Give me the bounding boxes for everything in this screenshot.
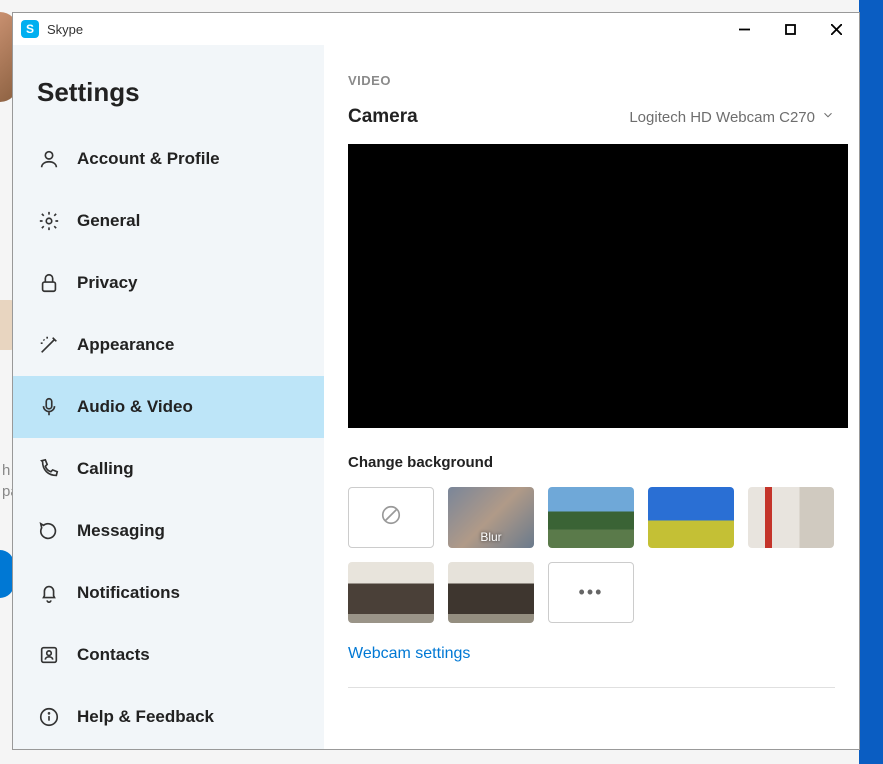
bell-icon — [37, 581, 61, 605]
content-panel: VIDEO Camera Logitech HD Webcam C270 Cha… — [324, 45, 859, 749]
camera-dropdown[interactable]: Logitech HD Webcam C270 — [629, 108, 835, 126]
person-icon — [37, 147, 61, 171]
phone-icon — [37, 457, 61, 481]
sidebar-item-contacts[interactable]: Contacts — [13, 624, 324, 686]
background-option-field[interactable] — [648, 487, 734, 548]
chat-icon — [37, 519, 61, 543]
background-option-none[interactable] — [348, 487, 434, 548]
sidebar-item-messaging[interactable]: Messaging — [13, 500, 324, 562]
sidebar-item-general[interactable]: General — [13, 190, 324, 252]
sidebar-item-notifications[interactable]: Notifications — [13, 562, 324, 624]
sidebar-item-label: Calling — [77, 459, 134, 479]
sidebar-item-label: Contacts — [77, 645, 150, 665]
sidebar-item-label: Account & Profile — [77, 149, 220, 169]
microphone-icon — [37, 395, 61, 419]
maximize-button[interactable] — [767, 13, 813, 45]
lock-icon — [37, 271, 61, 295]
sidebar-item-label: Help & Feedback — [77, 707, 214, 727]
info-icon — [37, 705, 61, 729]
section-label-video: VIDEO — [348, 73, 835, 88]
sidebar-item-label: Audio & Video — [77, 397, 193, 417]
webcam-settings-link[interactable]: Webcam settings — [348, 645, 470, 663]
minimize-button[interactable] — [721, 13, 767, 45]
background-options-grid: Blur ••• — [348, 487, 835, 623]
sidebar-title: Settings — [13, 65, 324, 128]
sidebar-item-calling[interactable]: Calling — [13, 438, 324, 500]
ellipsis-icon: ••• — [579, 582, 604, 603]
background-option-office[interactable] — [748, 487, 834, 548]
sidebar-item-appearance[interactable]: Appearance — [13, 314, 324, 376]
close-button[interactable] — [813, 13, 859, 45]
sidebar-item-label: Notifications — [77, 583, 180, 603]
sidebar-item-account-profile[interactable]: Account & Profile — [13, 128, 324, 190]
background-option-room-1[interactable] — [348, 562, 434, 623]
app-title: Skype — [47, 22, 83, 37]
background-option-room-2[interactable] — [448, 562, 534, 623]
camera-selected-value: Logitech HD Webcam C270 — [629, 109, 815, 126]
background-option-blur[interactable]: Blur — [448, 487, 534, 548]
sidebar-item-label: Messaging — [77, 521, 165, 541]
settings-window: S Skype Settings Account & Profile — [12, 12, 860, 750]
sidebar-item-label: Appearance — [77, 335, 174, 355]
sidebar-item-privacy[interactable]: Privacy — [13, 252, 324, 314]
sidebar-item-audio-video[interactable]: Audio & Video — [13, 376, 324, 438]
camera-heading: Camera — [348, 106, 418, 128]
none-icon — [380, 504, 402, 531]
skype-icon: S — [21, 20, 39, 38]
background-option-mountain[interactable] — [548, 487, 634, 548]
wand-icon — [37, 333, 61, 357]
sidebar-item-help-feedback[interactable]: Help & Feedback — [13, 686, 324, 748]
blur-label: Blur — [448, 530, 534, 544]
camera-preview — [348, 144, 848, 428]
contacts-icon — [37, 643, 61, 667]
chevron-down-icon — [821, 108, 835, 126]
sidebar-item-label: General — [77, 211, 140, 231]
change-background-heading: Change background — [348, 454, 835, 471]
sidebar-item-label: Privacy — [77, 273, 138, 293]
divider — [348, 687, 835, 688]
gear-icon — [37, 209, 61, 233]
background-option-more[interactable]: ••• — [548, 562, 634, 623]
settings-sidebar: Settings Account & Profile General Priva… — [13, 45, 324, 749]
titlebar: S Skype — [13, 13, 859, 45]
